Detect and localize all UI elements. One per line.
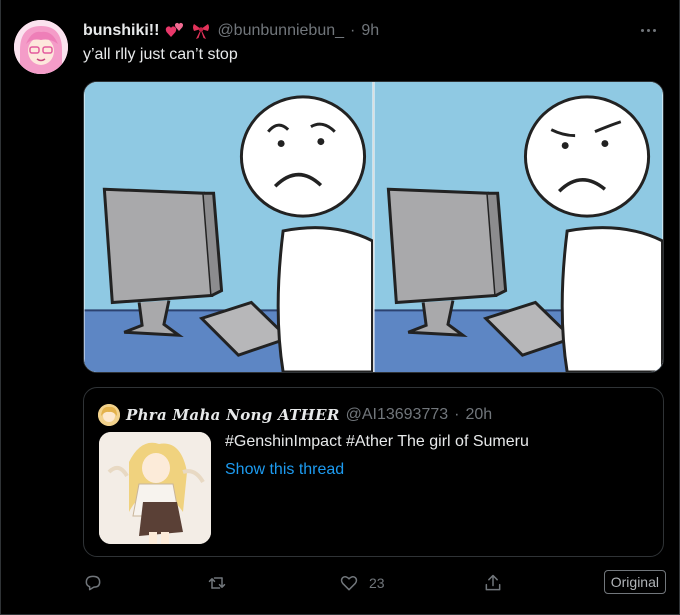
display-name[interactable]: bunshiki!! [83, 22, 159, 40]
avatar[interactable] [14, 20, 68, 74]
ribbon-icon [191, 21, 211, 41]
tweet-actions: 23 Original [81, 568, 671, 598]
two-hearts-icon [165, 21, 185, 41]
quoted-tweet-header: Phra Maha Nong ATHER @AI13693773 · 20h [98, 404, 492, 426]
quoted-handle: @AI13693773 [345, 406, 449, 423]
original-button[interactable]: Original [603, 570, 666, 594]
like-button[interactable]: 23 [339, 570, 385, 596]
quoted-tweet[interactable]: Phra Maha Nong ATHER @AI13693773 · 20h #… [83, 387, 664, 557]
more-dot-icon [646, 28, 650, 32]
more-options-button[interactable] [637, 22, 659, 38]
separator-dot: · [350, 22, 356, 39]
retweet-button[interactable] [207, 570, 227, 596]
tweet: bunshiki!! @bunbunniebun_ · 9h y’all rll… [0, 0, 680, 615]
reply-button[interactable] [83, 570, 103, 596]
quoted-tweet-text: #GenshinImpact #Ather The girl of Sumeru [225, 433, 529, 450]
share-icon [485, 574, 501, 591]
reply-icon [85, 575, 101, 591]
show-thread-link[interactable]: Show this thread [225, 461, 344, 479]
tweet-text: y’all rlly just can’t stop [83, 46, 238, 63]
quoted-timestamp: 20h [465, 406, 493, 423]
quoted-display-name: Phra Maha Nong ATHER [126, 406, 340, 424]
retweet-icon [208, 577, 226, 589]
quoted-separator-dot: · [454, 406, 460, 423]
handle[interactable]: @bunbunniebun_ [217, 22, 344, 40]
tweet-media-image[interactable] [83, 81, 664, 373]
timestamp[interactable]: 9h [361, 22, 379, 40]
more-dot-icon [640, 28, 644, 32]
share-button[interactable] [483, 570, 503, 596]
quoted-media-thumbnail [99, 432, 211, 544]
quoted-avatar [98, 404, 120, 426]
like-count: 23 [369, 575, 385, 591]
more-dot-icon [652, 28, 656, 32]
meme-panel-left [84, 82, 373, 372]
meme-panel-right [374, 82, 663, 372]
tweet-header: bunshiki!! @bunbunniebun_ · 9h [83, 20, 379, 42]
heart-icon [340, 576, 358, 591]
